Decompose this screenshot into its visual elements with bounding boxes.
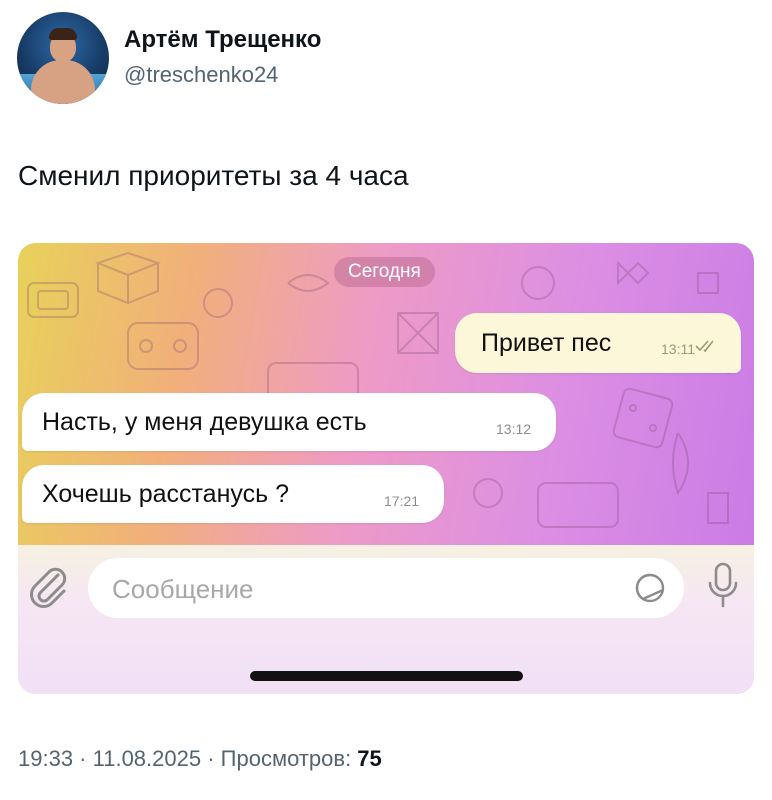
separator: ·	[201, 746, 221, 771]
author-avatar[interactable]	[17, 12, 109, 104]
tweet-time[interactable]: 19:33	[18, 746, 73, 771]
tweet-text: Сменил приоритеты за 4 часа	[18, 160, 409, 191]
message-time: 17:21	[384, 493, 420, 509]
avatar-body	[31, 60, 95, 104]
author-handle[interactable]: @treschenko24	[124, 62, 278, 88]
message-outgoing[interactable]: Привет пес 13:11	[455, 313, 741, 373]
message-field[interactable]	[110, 572, 614, 606]
date-separator: Сегодня	[334, 257, 435, 287]
message-incoming[interactable]: Хочешь расстанусь ? 17:21	[22, 465, 444, 523]
tweet-media-screenshot[interactable]: Сегодня Привет пес 13:11 Насть, у меня д…	[18, 243, 754, 694]
avatar-hair	[49, 28, 77, 40]
separator: ·	[73, 746, 93, 771]
message-time: 13:12	[496, 421, 532, 437]
message-input[interactable]	[88, 558, 684, 618]
paperclip-icon[interactable]	[28, 565, 68, 609]
read-checkmarks-icon	[695, 340, 714, 353]
views-label: Просмотров:	[220, 746, 358, 771]
message-text: Хочешь расстанусь ?	[42, 480, 289, 508]
views-count: 75	[357, 746, 382, 771]
sticker-icon[interactable]	[634, 572, 666, 604]
message-text: Насть, у меня девушка есть	[42, 408, 367, 436]
tweet-meta: 19:33 · 11.08.2025 · Просмотров: 75	[18, 746, 382, 772]
tweet-date[interactable]: 11.08.2025	[93, 746, 201, 771]
author-name[interactable]: Артём Трещенко	[124, 26, 321, 54]
message-incoming[interactable]: Насть, у меня девушка есть 13:12	[22, 393, 556, 451]
home-indicator	[250, 671, 523, 681]
microphone-icon[interactable]	[706, 561, 740, 611]
message-time: 13:11	[661, 341, 695, 357]
message-text: Привет пес	[481, 329, 612, 357]
